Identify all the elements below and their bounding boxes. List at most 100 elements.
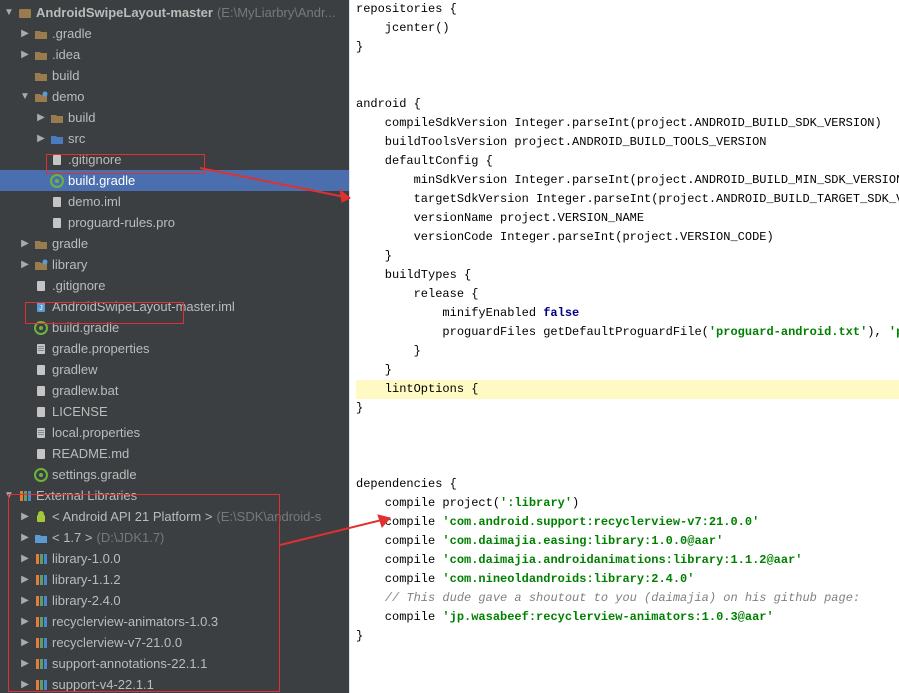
tree-item[interactable]: .gitignore [0, 149, 349, 170]
code-line: defaultConfig { [356, 152, 899, 171]
code-line: compileSdkVersion Integer.parseInt(proje… [356, 114, 899, 133]
chevron-right-icon: ▶ [18, 658, 32, 669]
tree-item-label: build [52, 68, 79, 83]
chevron-down-icon: ▼ [18, 91, 32, 102]
code-line: proguardFiles getDefaultProguardFile('pr… [356, 323, 899, 342]
chevron-right-icon: ▶ [18, 49, 32, 60]
chevron-down-icon: ▼ [2, 490, 16, 501]
tree-item[interactable]: ▶library-1.1.2 [0, 569, 349, 590]
tree-item[interactable]: ▶library [0, 254, 349, 275]
tree-item-label: .gitignore [52, 278, 105, 293]
tree-item-label: library-1.0.0 [52, 551, 121, 566]
tree-item[interactable]: demo.iml [0, 191, 349, 212]
chevron-right-icon: ▶ [18, 553, 32, 564]
code-line: targetSdkVersion Integer.parseInt(projec… [356, 190, 899, 209]
tree-item-label: gradle [52, 236, 88, 251]
tree-item[interactable]: build.gradle [0, 317, 349, 338]
tree-item[interactable]: gradle.properties [0, 338, 349, 359]
tree-item[interactable]: proguard-rules.pro [0, 212, 349, 233]
code-line: jcenter() [356, 19, 899, 38]
code-line: lintOptions { [356, 380, 899, 399]
tree-item-label: settings.gradle [52, 467, 137, 482]
tree-item[interactable]: ▶ recyclerview-v7-21.0.0 [0, 632, 349, 653]
folder-icon [32, 237, 50, 251]
tree-item-label: < Android API 21 Platform > [52, 509, 212, 524]
tree-item[interactable]: LICENSE [0, 401, 349, 422]
tree-item[interactable]: README.md [0, 443, 349, 464]
tree-item[interactable]: ▶ library-2.4.0 [0, 590, 349, 611]
code-line: compile 'com.daimajia.easing:library:1.0… [356, 532, 899, 551]
chevron-right-icon: ▶ [34, 133, 48, 144]
gradle-icon [32, 321, 50, 335]
file-icon [32, 384, 50, 398]
editor-gutter: ⊟⊟⊟⊟⊟⊟⊟ [349, 0, 350, 693]
chevron-right-icon: ▶ [18, 595, 32, 606]
code-line: } [356, 247, 899, 266]
code-line: compile 'jp.wasabeef:recyclerview-animat… [356, 608, 899, 627]
props-icon [32, 342, 50, 356]
tree-root[interactable]: ▼ AndroidSwipeLayout-master (E:\MyLiarbr… [0, 2, 349, 23]
library-group-icon [16, 489, 34, 503]
tree-item-label: gradlew.bat [52, 383, 119, 398]
tree-item[interactable]: J AndroidSwipeLayout-master.iml [0, 296, 349, 317]
tree-item-label: demo [52, 89, 85, 104]
tree-item-label: build [68, 110, 95, 125]
file-icon [48, 216, 66, 230]
tree-item[interactable]: local.properties [0, 422, 349, 443]
tree-item-label: build.gradle [52, 320, 119, 335]
lib-icon [32, 657, 50, 671]
code-line: // This dude gave a shoutout to you (dai… [356, 589, 899, 608]
tree-item[interactable]: ▶ library-1.0.0 [0, 548, 349, 569]
code-line: repositories { [356, 0, 899, 19]
tree-external-libs[interactable]: ▼ External Libraries [0, 485, 349, 506]
tree-item[interactable]: ▶ src [0, 128, 349, 149]
tree-item-label: src [68, 131, 85, 146]
code-line: android { [356, 95, 899, 114]
chevron-right-icon: ▶ [18, 28, 32, 39]
code-line: dependencies { [356, 475, 899, 494]
tree-item[interactable]: gradlew.bat [0, 380, 349, 401]
jdk-icon [32, 531, 50, 545]
code-line: compile 'com.android.support:recyclervie… [356, 513, 899, 532]
tree-item[interactable]: ▶ .gradle [0, 23, 349, 44]
tree-item-label: local.properties [52, 425, 140, 440]
tree-item-label: library-2.4.0 [52, 593, 121, 608]
code-line: } [356, 627, 899, 646]
chevron-right-icon: ▶ [18, 637, 32, 648]
code-line: versionCode Integer.parseInt(project.VER… [356, 228, 899, 247]
code-editor[interactable]: ⊟⊟⊟⊟⊟⊟⊟ repositories { jcenter()} androi… [349, 0, 899, 693]
module-icon [32, 258, 50, 272]
tree-item[interactable]: ▶ gradle [0, 233, 349, 254]
tree-item[interactable]: .gitignore [0, 275, 349, 296]
tree-item[interactable]: ▶.idea [0, 44, 349, 65]
tree-item[interactable]: settings.gradle [0, 464, 349, 485]
lib-icon [32, 594, 50, 608]
tree-item[interactable]: ▼ demo [0, 86, 349, 107]
android-icon [32, 510, 50, 524]
svg-text:J: J [39, 305, 43, 312]
root-label: AndroidSwipeLayout-master [36, 5, 213, 20]
tree-item-label: recyclerview-v7-21.0.0 [52, 635, 182, 650]
folder-src-icon [48, 132, 66, 146]
tree-item[interactable]: build.gradle [0, 170, 349, 191]
code-line: compile 'com.nineoldandroids:library:2.4… [356, 570, 899, 589]
code-content[interactable]: repositories { jcenter()} android { comp… [350, 0, 899, 693]
tree-item[interactable]: ▶build [0, 107, 349, 128]
tree-item-label: AndroidSwipeLayout-master.iml [52, 299, 235, 314]
tree-item[interactable]: ▶support-annotations-22.1.1 [0, 653, 349, 674]
tree-item[interactable]: gradlew [0, 359, 349, 380]
module-icon [16, 6, 34, 20]
code-line [356, 437, 899, 456]
folder-icon [32, 48, 50, 62]
tree-item[interactable]: ▶< 1.7 >(D:\JDK1.7) [0, 527, 349, 548]
tree-item-label: .gradle [52, 26, 92, 41]
folder-icon [48, 111, 66, 125]
chevron-right-icon: ▶ [18, 238, 32, 249]
tree-item[interactable]: ▶< Android API 21 Platform >(E:\SDK\andr… [0, 506, 349, 527]
folder-icon [32, 69, 50, 83]
tree-item[interactable]: ▶support-v4-22.1.1 [0, 674, 349, 693]
tree-item[interactable]: build [0, 65, 349, 86]
tree-item[interactable]: ▶recyclerview-animators-1.0.3 [0, 611, 349, 632]
code-line [356, 418, 899, 437]
gradle-icon [48, 174, 66, 188]
